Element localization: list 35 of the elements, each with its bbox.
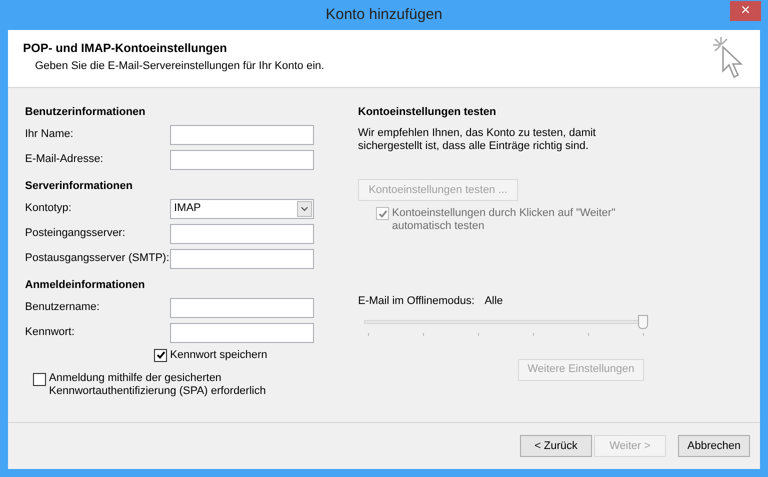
close-button[interactable]: ×	[730, 1, 761, 21]
field-label: Postausgangsserver (SMTP):	[25, 251, 170, 266]
checkbox-label: Kontoeinstellungen durch Klicken auf "Weiter" automatisch testen	[392, 207, 616, 233]
section-heading: Benutzerinformationen	[25, 105, 146, 120]
header-subtitle: Geben Sie die E-Mail-Servereinstellungen für Ihr Konto ein.	[34, 59, 326, 74]
field-label: Benutzername:	[25, 300, 101, 316]
button[interactable]: < Zurück	[520, 435, 592, 457]
description-text: Wir empfehlen Ihnen, das Konto zu testen, damit sichergestellt ist, dass alle Einträge richtig sind.	[358, 127, 597, 153]
field-label: Kennwort:	[25, 325, 76, 340]
section-heading: Anmeldeinformationen	[25, 278, 146, 293]
checkbox-label: Kennwort speichern	[170, 348, 268, 363]
chevron-down-icon	[297, 200, 312, 216]
checkbox-label: Anmeldung mithilfe der gesicherten Kennwortauthentifizierung (SPA) erforderlich	[49, 372, 267, 398]
field-label: Posteingangsserver:	[25, 226, 126, 242]
input-field[interactable]	[170, 298, 314, 318]
input-field[interactable]	[170, 322, 314, 342]
input-field[interactable]	[170, 248, 314, 268]
slider-label: E-Mail im Offlinemodus:	[358, 294, 475, 309]
cursor-click-icon	[712, 35, 746, 81]
account-type-dropdown[interactable]: IMAP	[170, 198, 314, 218]
section-heading: Kontoeinstellungen testen	[358, 105, 498, 120]
slider-thumb[interactable]	[638, 314, 648, 328]
input-field[interactable]	[170, 150, 314, 170]
field-label: Kontotyp:	[25, 201, 72, 216]
slider-value: Alle	[484, 294, 503, 309]
input-field[interactable]	[170, 224, 314, 244]
input-field[interactable]	[170, 124, 314, 144]
button[interactable]: Abbrechen	[678, 435, 750, 457]
window-title: Konto hinzufügen	[326, 4, 442, 25]
field-label: E-Mail-Adresse:	[25, 152, 104, 168]
checkbox[interactable]	[33, 373, 46, 386]
checkbox[interactable]	[154, 348, 167, 362]
field-label: Ihr Name:	[25, 127, 74, 142]
header-title: POP- und IMAP-Kontoeinstellungen	[23, 40, 228, 57]
section-heading: Serverinformationen	[25, 179, 134, 194]
